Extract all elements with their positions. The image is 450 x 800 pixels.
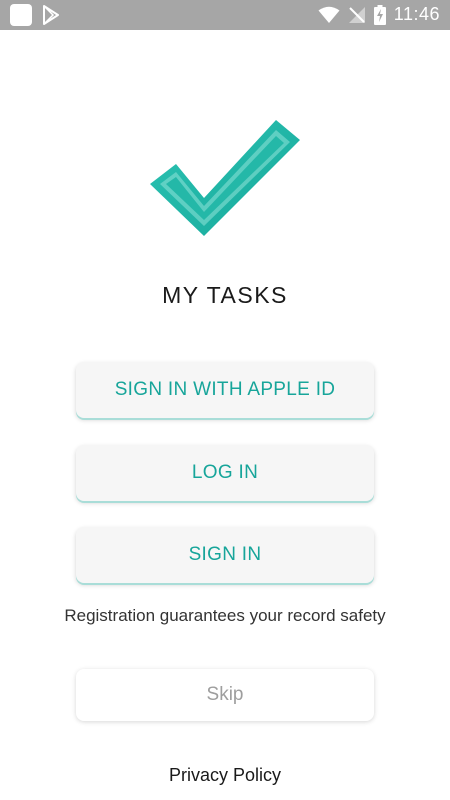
battery-charging-icon <box>373 4 386 25</box>
sign-in-button[interactable]: SIGN IN <box>76 527 374 583</box>
status-bar-left <box>10 4 60 26</box>
privacy-policy-link[interactable]: Privacy Policy <box>0 765 450 786</box>
status-bar-right: 11:46 <box>318 4 440 25</box>
registration-note: Registration guarantees your record safe… <box>64 606 386 625</box>
app-title: MY TASKS <box>162 282 288 308</box>
status-time: 11:46 <box>393 4 440 24</box>
play-store-icon <box>42 5 60 25</box>
no-signal-icon <box>348 6 366 24</box>
checkmark-icon <box>146 116 306 240</box>
login-screen: 11:46 MY TASKS SIGN IN WITH APPLE ID LOG… <box>0 0 450 800</box>
skip-button[interactable]: Skip <box>76 669 374 721</box>
sign-in-with-apple-button[interactable]: SIGN IN WITH APPLE ID <box>76 362 374 418</box>
status-bar: 11:46 <box>0 0 450 30</box>
wifi-icon <box>318 6 340 24</box>
log-in-button[interactable]: LOG IN <box>76 445 374 501</box>
app-icon <box>10 4 32 26</box>
